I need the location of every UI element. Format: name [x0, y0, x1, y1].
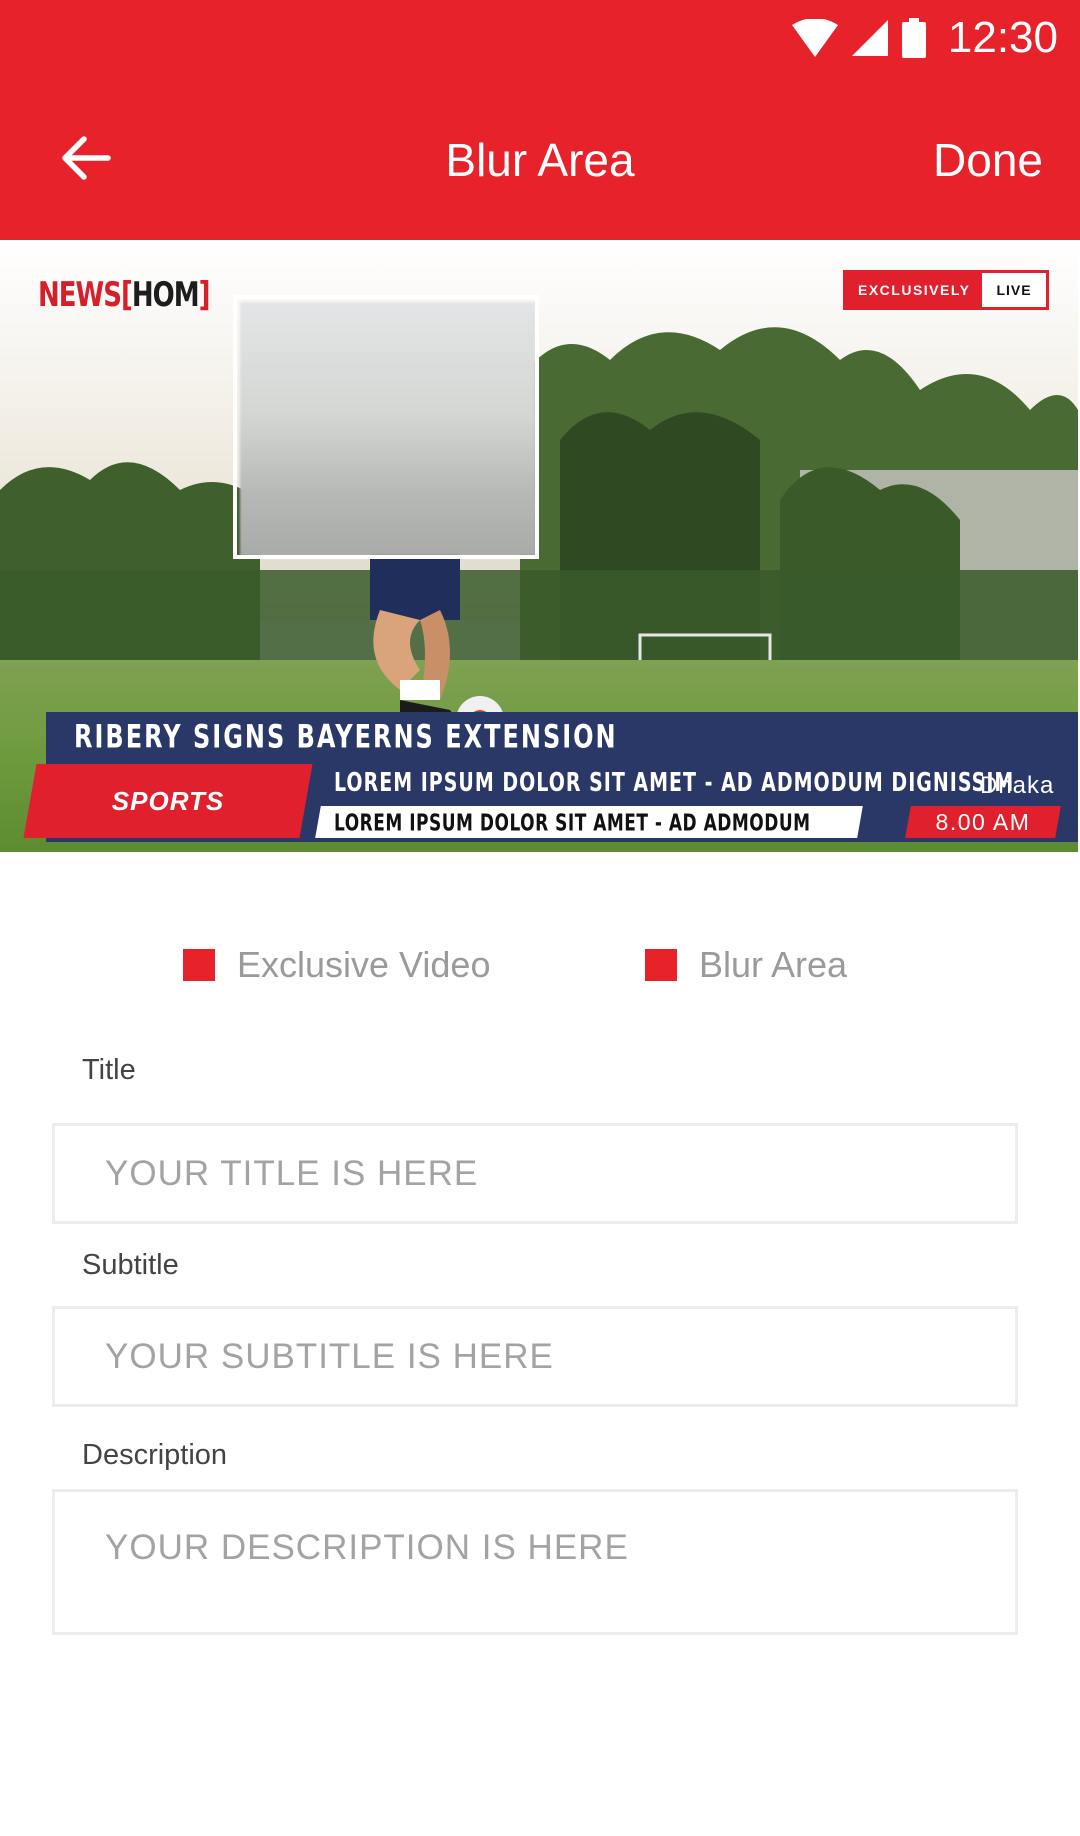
- status-time: 12:30: [947, 12, 1058, 62]
- video-preview[interactable]: NEWS[HOM] EXCLUSIVELY LIVE RIBERY SIGNS …: [0, 240, 1078, 852]
- subtitle-label: Subtitle: [82, 1249, 179, 1281]
- blur-area-label: Blur Area: [699, 944, 848, 985]
- done-button[interactable]: Done: [933, 132, 1043, 188]
- cell-signal-icon: [851, 19, 888, 56]
- blur-area-option[interactable]: Blur Area: [645, 944, 847, 986]
- app-bar: 12:30 Blur Area Done: [0, 0, 1080, 240]
- exclusive-video-label: Exclusive Video: [237, 944, 491, 985]
- ticker-line-1: LOREM IPSUM DOLOR SIT AMET - AD ADMODUM …: [334, 768, 1015, 798]
- badge-exclusively: EXCLUSIVELY: [846, 273, 983, 307]
- page-title: Blur Area: [445, 134, 635, 186]
- description-label: Description: [82, 1439, 228, 1471]
- ticker-line-2: LOREM IPSUM DOLOR SIT AMET - AD ADMODUM: [334, 810, 811, 837]
- title-label: Title: [82, 1054, 136, 1086]
- exclusively-live-badge: EXCLUSIVELY LIVE: [843, 270, 1049, 310]
- description-input[interactable]: [52, 1489, 1018, 1635]
- time-label: 8.00 AM: [935, 808, 1031, 835]
- location-label: Dhaka: [980, 772, 1055, 799]
- blur-area-selector[interactable]: [233, 295, 539, 559]
- exclusive-video-option[interactable]: Exclusive Video: [183, 944, 490, 986]
- battery-icon: [901, 17, 926, 58]
- wifi-icon: [791, 18, 838, 57]
- badge-live: LIVE: [996, 282, 1032, 298]
- news-headline: RIBERY SIGNS BAYERNS EXTENSION: [74, 718, 618, 756]
- blur-area-checkbox[interactable]: [645, 949, 677, 981]
- exclusive-video-checkbox[interactable]: [183, 949, 215, 981]
- title-input[interactable]: [52, 1123, 1018, 1224]
- subtitle-input[interactable]: [52, 1306, 1018, 1407]
- news-logo: NEWS[HOM]: [38, 276, 210, 315]
- category-label: SPORTS: [111, 785, 225, 816]
- status-bar: 12:30: [791, 10, 1058, 65]
